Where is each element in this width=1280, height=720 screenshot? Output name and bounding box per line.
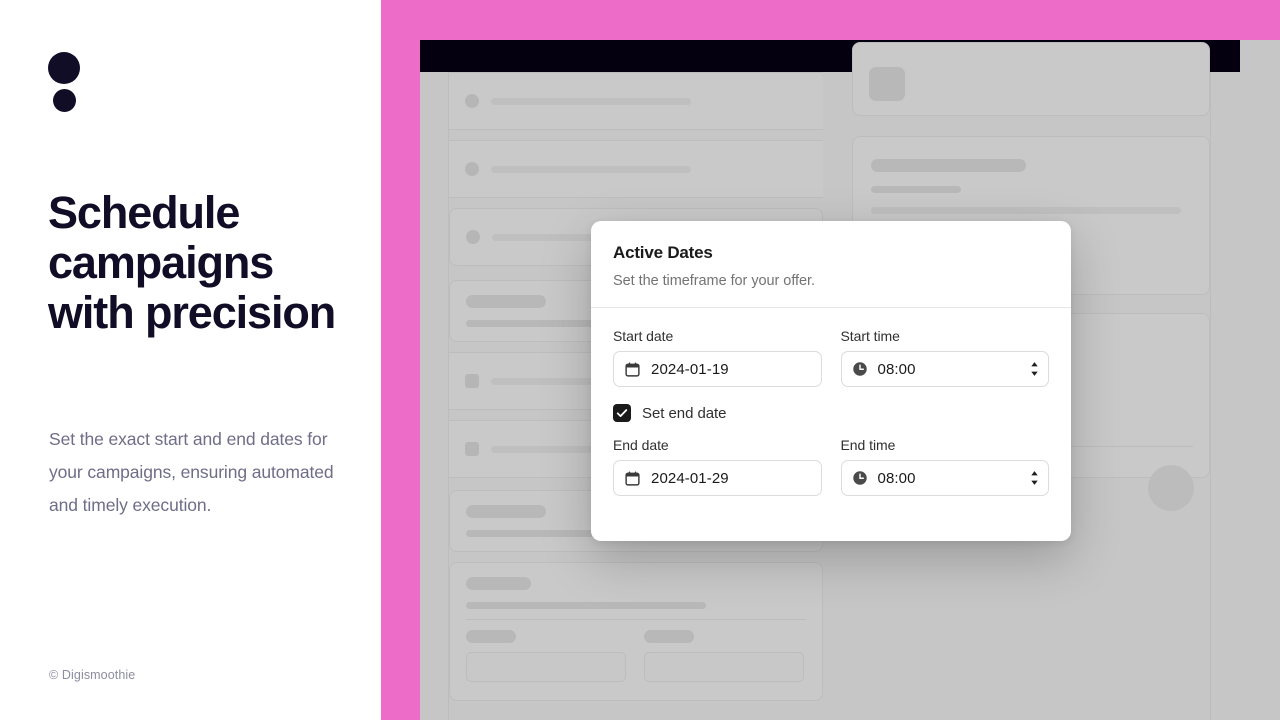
end-time-select[interactable]: 08:00 (840, 460, 1049, 496)
end-fields-row: End date 2024-01-29 End time 08:00 (613, 437, 1049, 496)
logo-dot-small-icon (53, 89, 76, 112)
start-time-value: 08:00 (877, 360, 916, 378)
text-skeleton (491, 97, 691, 105)
dialog-subtitle: Set the timeframe for your offer. (613, 273, 815, 289)
end-date-label: End date (613, 437, 669, 453)
stepper-up-down-icon[interactable] (1030, 470, 1039, 486)
radio-skeleton-icon (466, 230, 480, 244)
clock-icon (852, 471, 867, 485)
end-date-field: End date 2024-01-29 (613, 437, 822, 496)
checkbox-skeleton-icon (465, 442, 479, 456)
label-skeleton (466, 630, 516, 643)
end-date-input[interactable]: 2024-01-29 (613, 460, 822, 496)
page-subcopy: Set the exact start and end dates for yo… (49, 429, 334, 515)
checkbox-skeleton-icon (465, 374, 479, 388)
active-dates-dialog: Active Dates Set the timeframe for your … (591, 221, 1071, 541)
title-skeleton (871, 159, 1026, 172)
set-end-date-label: Set end date (642, 404, 727, 422)
thumbnail-skeleton (869, 67, 905, 101)
mock-left-rail (420, 72, 449, 720)
start-time-select[interactable]: 08:00 (840, 351, 1049, 387)
copyright-footer: © Digismoothie (49, 668, 136, 682)
radio-skeleton-icon (465, 94, 479, 108)
stepper-up-down-icon[interactable] (1030, 361, 1039, 377)
dialog-header: Active Dates Set the timeframe for your … (591, 221, 1071, 308)
start-date-value: 2024-01-19 (651, 360, 729, 378)
radio-skeleton-icon (465, 162, 479, 176)
dialog-body: Start date 2024-01-19 Start time 08:00 S… (591, 308, 1071, 496)
title-skeleton (466, 505, 546, 518)
accent-backdrop: Active Dates Set the timeframe for your … (381, 0, 1280, 720)
divider (466, 619, 806, 620)
dialog-title: Active Dates (613, 243, 713, 262)
text-skeleton (491, 165, 691, 173)
left-content-panel: Schedule campaigns with precision Set th… (0, 0, 381, 720)
calendar-icon (625, 471, 640, 486)
start-time-field: Start time 08:00 (840, 328, 1049, 387)
page-title: Schedule campaigns with precision (48, 187, 336, 338)
start-time-label: Start time (840, 328, 900, 344)
text-skeleton (871, 186, 961, 193)
end-time-label: End time (840, 437, 896, 453)
end-date-value: 2024-01-29 (651, 469, 729, 487)
input-skeleton (466, 652, 626, 682)
clock-icon (852, 362, 867, 376)
promo-slide: Schedule campaigns with precision Set th… (0, 0, 1280, 720)
set-end-date-checkbox[interactable] (613, 404, 631, 422)
start-date-label: Start date (613, 328, 674, 344)
calendar-icon (625, 362, 640, 377)
start-fields-row: Start date 2024-01-19 Start time 08:00 (613, 328, 1049, 387)
mock-right-rail (1210, 72, 1280, 720)
title-skeleton (466, 295, 546, 308)
end-time-value: 08:00 (877, 469, 916, 487)
text-skeleton (871, 207, 1181, 214)
list-item (449, 72, 823, 130)
form-card-skeleton (449, 562, 823, 701)
text-skeleton (466, 602, 706, 609)
start-date-field: Start date 2024-01-19 (613, 328, 822, 387)
checkmark-icon (616, 409, 628, 417)
logo-dot-large-icon (48, 52, 80, 84)
end-time-field: End time 08:00 (840, 437, 1049, 496)
label-skeleton (644, 630, 694, 643)
start-date-input[interactable]: 2024-01-19 (613, 351, 822, 387)
title-skeleton (466, 577, 531, 590)
input-skeleton (644, 652, 804, 682)
two-dots-logo-icon (48, 52, 82, 128)
list-item (449, 140, 823, 198)
set-end-date-row[interactable]: Set end date (613, 404, 1049, 422)
card-skeleton (852, 42, 1210, 116)
avatar-skeleton (1148, 465, 1194, 511)
